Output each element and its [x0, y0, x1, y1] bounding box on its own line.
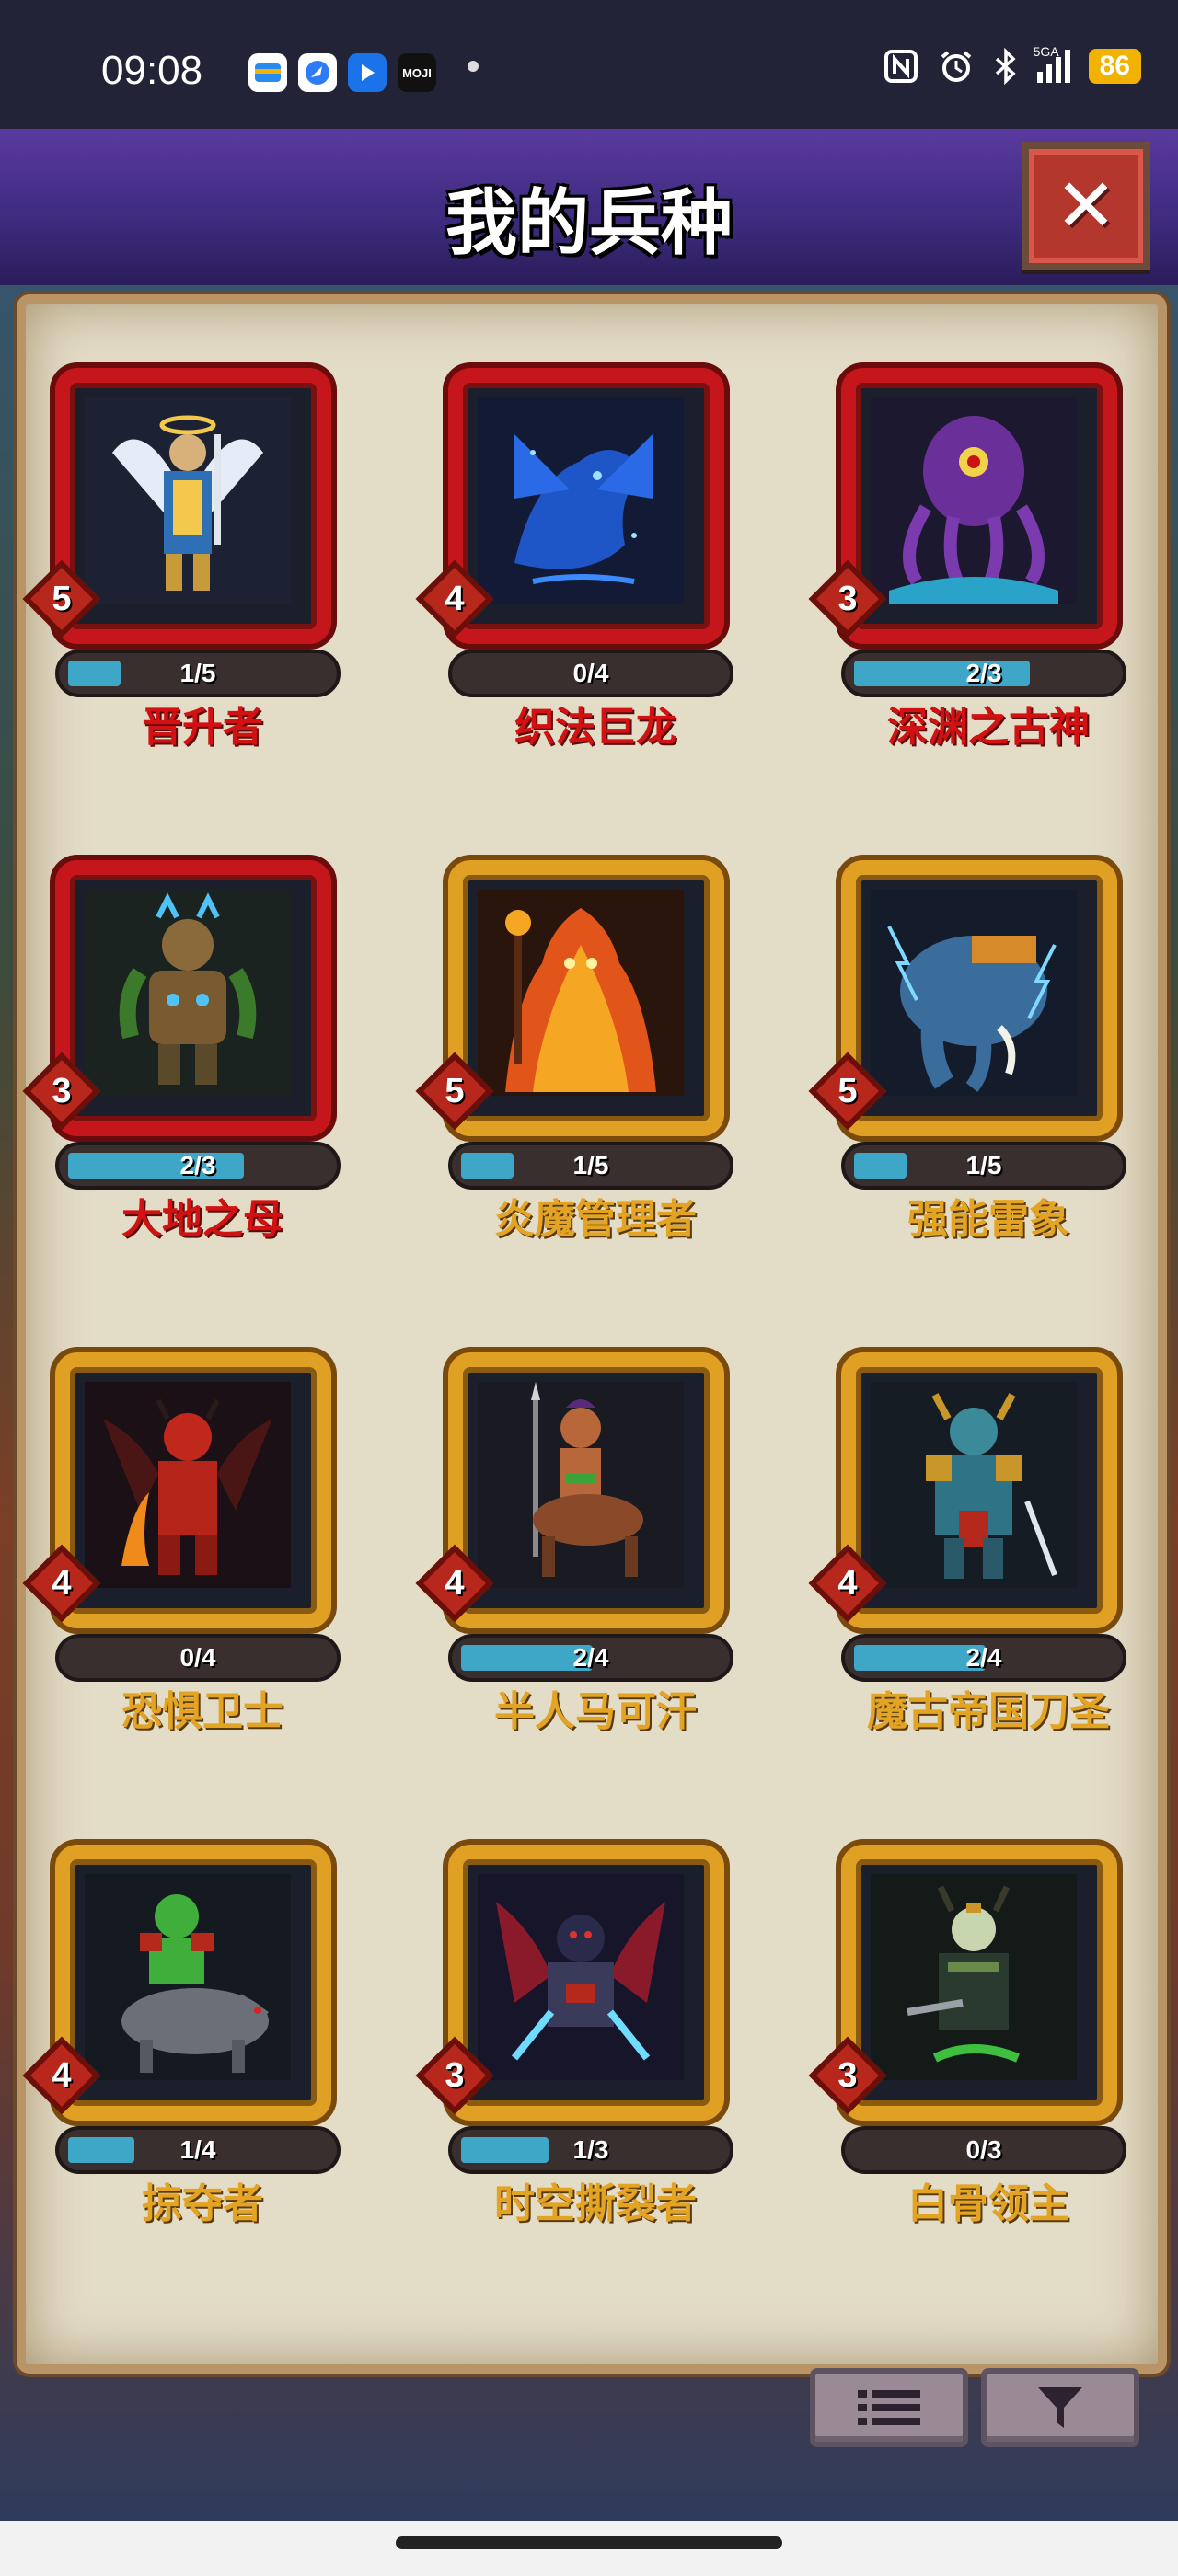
level-badge: 4: [22, 2036, 101, 2115]
level-badge: 3: [415, 2036, 494, 2115]
unit-progress-bar: 1/5: [841, 1142, 1126, 1190]
unit-progress-bar: 0/3: [841, 2126, 1126, 2174]
unit-card[interactable]: 3 1/3 时空撕裂者: [411, 1845, 807, 2277]
blue-dragon-portrait: [478, 397, 684, 604]
unit-name: 炎魔管理者: [494, 1196, 697, 1243]
unit-name: 强能雷象: [907, 1196, 1069, 1243]
unit-card[interactable]: 3 2/3 大地之母: [18, 860, 414, 1293]
progress-text: 0/3: [965, 2135, 1002, 2164]
progress-text: 1/5: [179, 659, 216, 687]
progress-text: 1/5: [572, 1151, 609, 1179]
flame-demon-portrait: [478, 890, 684, 1096]
unit-progress-bar: 1/4: [55, 2126, 341, 2174]
unit-progress-bar: 2/3: [841, 650, 1126, 697]
centaur-khan-portrait: [478, 1382, 684, 1588]
thunder-elephant-portrait: [871, 890, 1077, 1096]
unit-name: 晋升者: [142, 704, 263, 751]
unit-progress-bar: 1/3: [448, 2126, 733, 2174]
unit-card[interactable]: 5 1/5 晋升者: [18, 368, 414, 800]
unit-progress-bar: 2/4: [841, 1634, 1126, 1682]
list-icon: [858, 2390, 920, 2425]
level-badge: 5: [808, 1052, 887, 1131]
unit-card[interactable]: 5 1/5 炎魔管理者: [411, 860, 807, 1293]
time-rift-dragon-portrait: [478, 1874, 684, 2080]
unit-progress-bar: 2/4: [448, 1634, 733, 1682]
progress-text: 2/4: [965, 1643, 1002, 1672]
unit-name: 深渊之古神: [887, 704, 1090, 751]
progress-text: 0/4: [572, 659, 609, 687]
level-number: 3: [445, 2056, 465, 2095]
unit-name: 织法巨龙: [514, 704, 676, 751]
unit-card[interactable]: 4 1/4 掠夺者: [18, 1845, 414, 2277]
level-badge: 3: [808, 559, 887, 638]
unit-progress-bar: 1/5: [448, 1142, 733, 1190]
unit-name: 魔古帝国刀圣: [867, 1688, 1110, 1735]
level-number: 3: [837, 2056, 858, 2095]
progress-text: 2/3: [965, 659, 1002, 687]
unit-name: 白骨领主: [907, 2180, 1069, 2227]
orc-wolf-rider-portrait: [85, 1874, 291, 2080]
level-number: 4: [445, 1564, 465, 1603]
progress-text: 0/4: [179, 1643, 216, 1672]
progress-text: 1/5: [965, 1151, 1002, 1179]
level-number: 5: [445, 1072, 465, 1110]
level-number: 4: [52, 2056, 72, 2095]
progress-text: 1/3: [572, 2135, 609, 2164]
unit-name: 时空撕裂者: [494, 2180, 697, 2227]
unit-card[interactable]: 3 2/3 深渊之古神: [804, 368, 1178, 800]
level-badge: 4: [415, 559, 494, 638]
level-number: 4: [837, 1564, 858, 1603]
unit-progress-bar: 1/5: [55, 650, 341, 697]
level-badge: 4: [808, 1544, 887, 1623]
red-demon-portrait: [85, 1382, 291, 1588]
level-number: 3: [837, 580, 858, 618]
level-badge: 4: [415, 1544, 494, 1623]
unit-card[interactable]: 4 0/4 织法巨龙: [411, 368, 807, 800]
filter-icon: [1038, 2387, 1082, 2428]
unit-name: 半人马可汗: [494, 1688, 697, 1735]
level-number: 5: [837, 1072, 858, 1110]
unit-progress-bar: 0/4: [448, 650, 733, 697]
level-number: 4: [52, 1564, 72, 1603]
level-badge: 3: [22, 1052, 101, 1131]
progress-text: 2/4: [572, 1643, 609, 1672]
level-badge: 5: [415, 1052, 494, 1131]
unit-card[interactable]: 5 1/5 强能雷象: [804, 860, 1178, 1293]
winged-angel-portrait: [85, 397, 291, 604]
unit-name: 掠夺者: [142, 2180, 263, 2227]
mogu-bladesman-portrait: [871, 1382, 1077, 1588]
home-indicator[interactable]: [396, 2536, 782, 2549]
level-number: 3: [52, 1072, 72, 1110]
unit-name: 恐惧卫士: [121, 1688, 283, 1735]
earth-mother-portrait: [85, 890, 291, 1096]
bone-lord-portrait: [871, 1874, 1077, 2080]
unit-card[interactable]: 4 2/4 魔古帝国刀圣: [804, 1352, 1178, 1785]
level-badge: 3: [808, 2036, 887, 2115]
filter-button[interactable]: [981, 2368, 1139, 2447]
progress-text: 1/4: [179, 2135, 216, 2164]
unit-progress-bar: 0/4: [55, 1634, 341, 1682]
level-badge: 4: [22, 1544, 101, 1623]
unit-card[interactable]: 4 2/4 半人马可汗: [411, 1352, 807, 1785]
unit-name: 大地之母: [121, 1196, 283, 1243]
unit-card[interactable]: 4 0/4 恐惧卫士: [18, 1352, 414, 1785]
level-number: 4: [445, 580, 465, 618]
level-number: 5: [52, 580, 72, 618]
progress-text: 2/3: [179, 1151, 216, 1179]
list-view-button[interactable]: [810, 2368, 968, 2447]
tentacle-eye-portrait: [871, 397, 1077, 604]
unit-card[interactable]: 3 0/3 白骨领主: [804, 1845, 1178, 2277]
unit-progress-bar: 2/3: [55, 1142, 341, 1190]
level-badge: 5: [22, 559, 101, 638]
unit-grid: 5 1/5 晋升者 4 0/4 织法巨龙 3 2/3 深渊之古神 3 2/3 大地之母 5 1/5 炎魔管理…: [0, 0, 1178, 2576]
